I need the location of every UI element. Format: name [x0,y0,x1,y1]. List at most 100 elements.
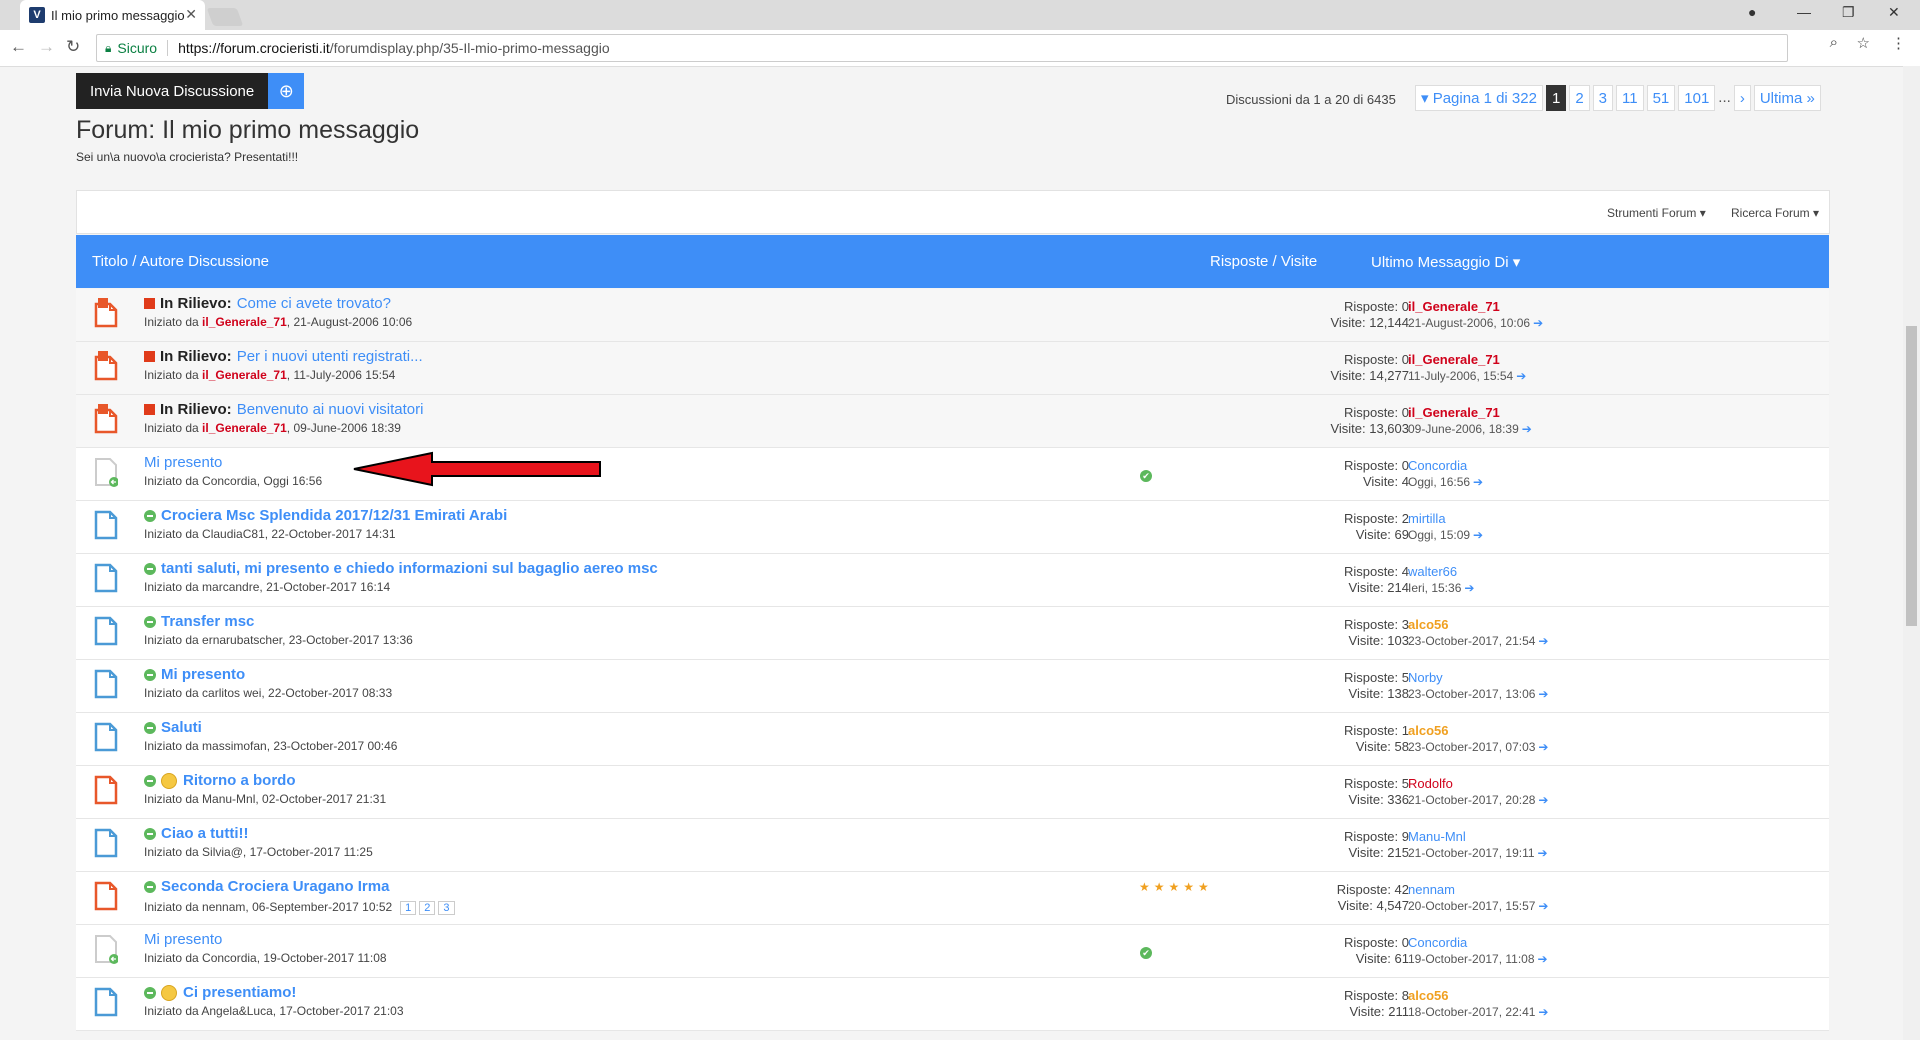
check-circle-icon: ✔ [1140,947,1152,959]
last-page-button[interactable]: Ultima » [1753,85,1821,111]
new-discussion-button[interactable]: Invia Nuova Discussione ⊕ [76,73,305,109]
page-jump-dropdown[interactable]: ▾ Pagina 1 di 322 [1415,85,1543,111]
starter-user-link[interactable]: il_Generale_71 [202,368,287,382]
thread-page-link[interactable]: 2 [419,901,436,915]
next-page-button[interactable]: › [1733,85,1751,111]
page-link-current[interactable]: 1 [1545,85,1567,111]
thread-title-link[interactable]: Crociera Msc Splendida 2017/12/31 Emirat… [161,507,507,524]
profile-icon[interactable]: ● [1748,4,1756,20]
last-post-user-link[interactable]: Manu-Mnl [1408,829,1548,845]
last-post-date: 21-August-2006, 10:06 [1408,316,1531,330]
go-to-last-post-icon[interactable]: ➔ [1522,422,1532,436]
new-post-icon[interactable] [144,562,156,575]
go-to-last-post-icon[interactable]: ➔ [1473,475,1483,489]
search-forum-menu[interactable]: Ricerca Forum ▾ [1731,206,1819,220]
thread-title-link[interactable]: Mi presento [144,931,222,948]
go-to-last-post-icon[interactable]: ➔ [1464,581,1474,595]
forward-icon[interactable]: → [38,37,55,57]
go-to-last-post-icon[interactable]: ➔ [1538,846,1548,860]
bookmark-star-icon[interactable]: ☆ [1857,34,1870,52]
thread-stats: Risposte: 9 Visite: 215 [1344,829,1409,861]
page-scrollbar[interactable] [1903,66,1920,1040]
minimize-icon[interactable]: — [1797,4,1811,20]
lock-icon: 🔒︎ [105,40,112,55]
go-to-last-post-icon[interactable]: ➔ [1538,952,1548,966]
go-to-last-post-icon[interactable]: ➔ [1538,687,1548,701]
moderated-thread-icon [95,935,118,964]
new-post-icon[interactable] [144,615,156,628]
thread-title-line: In Rilievo: Per i nuovi utenti registrati… [144,348,423,365]
zoom-icon[interactable]: ⌕ [1830,34,1838,51]
browser-tab[interactable]: V Il mio primo messaggio ✕ [20,0,205,30]
close-window-icon[interactable]: ✕ [1888,4,1900,21]
last-post-user-link[interactable]: alco56 [1408,617,1548,633]
page-link[interactable]: 101 [1678,85,1716,111]
new-tab-button[interactable] [206,8,244,26]
thread-title-link[interactable]: Come ci avete trovato? [237,295,391,312]
thread-page-link[interactable]: 3 [438,901,455,915]
last-post-user-link[interactable]: Concordia [1408,458,1483,474]
new-post-icon[interactable] [144,827,156,840]
thread-title-link[interactable]: Transfer msc [161,613,254,630]
thread-title-link[interactable]: Per i nuovi utenti registrati... [237,348,423,365]
thread-starter: Iniziato da il_Generale_71, 21-August-20… [144,315,412,329]
thread-title-link[interactable]: tanti saluti, mi presento e chiedo infor… [161,560,658,577]
red-arrow-annotation [353,451,601,487]
last-post-user-link[interactable]: alco56 [1408,988,1548,1004]
go-to-last-post-icon[interactable]: ➔ [1516,369,1526,383]
last-post-user-link[interactable]: Concordia [1408,935,1548,951]
back-icon[interactable]: ← [10,37,27,57]
thread-title-link[interactable]: Mi presento [144,454,222,471]
last-post-user-link[interactable]: il_Generale_71 [1408,299,1543,315]
thread-title-link[interactable]: Mi presento [161,666,245,683]
go-to-last-post-icon[interactable]: ➔ [1538,899,1548,913]
url-input[interactable]: 🔒︎ Sicuro https://forum.crocieristi.it/f… [96,34,1788,62]
thread-title-link[interactable]: Ritorno a bordo [183,772,296,789]
smiley-icon [161,984,177,1001]
starter-user-link[interactable]: il_Generale_71 [202,421,287,435]
go-to-last-post-icon[interactable]: ➔ [1538,740,1548,754]
header-last-post[interactable]: Ultimo Messaggio Di ▾ [1371,253,1520,271]
last-post-user-link[interactable]: mirtilla [1408,511,1483,527]
go-to-last-post-icon[interactable]: ➔ [1538,1005,1548,1019]
last-post-user-link[interactable]: Rodolfo [1408,776,1548,792]
thread-page-link[interactable]: 1 [400,901,417,915]
new-post-icon[interactable] [144,509,156,522]
last-post-user-link[interactable]: il_Generale_71 [1408,352,1526,368]
go-to-last-post-icon[interactable]: ➔ [1538,634,1548,648]
page-link[interactable]: 2 [1569,85,1590,111]
new-post-icon[interactable] [144,880,156,893]
reload-icon[interactable]: ↻ [66,37,80,57]
go-to-last-post-icon[interactable]: ➔ [1533,316,1543,330]
thread-title-link[interactable]: Seconda Crociera Uragano Irma [161,878,389,895]
new-post-icon[interactable] [144,721,156,734]
table-row: Ciao a tutti!! Iniziato da Silvia@, 17-O… [76,819,1829,872]
thread-title-link[interactable]: Ci presentiamo! [183,984,296,1001]
secure-label: Sicuro [117,40,158,56]
starter-user-link[interactable]: il_Generale_71 [202,315,287,329]
last-post-user-link[interactable]: walter66 [1408,564,1474,580]
table-row: Mi presento Iniziato da Concordia, Oggi … [76,448,1829,501]
last-post-user-link[interactable]: alco56 [1408,723,1548,739]
new-post-icon[interactable] [144,668,156,681]
thread-title-link[interactable]: Ciao a tutti!! [161,825,249,842]
thread-title-link[interactable]: Saluti [161,719,202,736]
menu-icon[interactable]: ⋮ [1891,34,1906,52]
new-post-icon[interactable] [144,774,156,787]
page-link[interactable]: 51 [1646,85,1676,111]
forum-tools-menu[interactable]: Strumenti Forum ▾ [1607,206,1706,220]
page-link[interactable]: 3 [1592,85,1613,111]
restore-icon[interactable]: ❐ [1842,4,1855,21]
scrollbar-thumb[interactable] [1906,326,1917,626]
close-tab-icon[interactable]: ✕ [185,6,197,23]
page-link[interactable]: 11 [1616,85,1644,111]
last-post-user-link[interactable]: nennam [1408,882,1548,898]
go-to-last-post-icon[interactable]: ➔ [1538,793,1548,807]
header-replies-views[interactable]: Risposte / Visite [1210,253,1317,270]
thread-title-link[interactable]: Benvenuto ai nuovi visitatori [237,401,424,418]
new-post-icon[interactable] [144,986,156,999]
go-to-last-post-icon[interactable]: ➔ [1473,528,1483,542]
header-title-author[interactable]: Titolo / Autore Discussione [92,253,269,270]
last-post-user-link[interactable]: il_Generale_71 [1408,405,1532,421]
last-post-user-link[interactable]: Norby [1408,670,1548,686]
